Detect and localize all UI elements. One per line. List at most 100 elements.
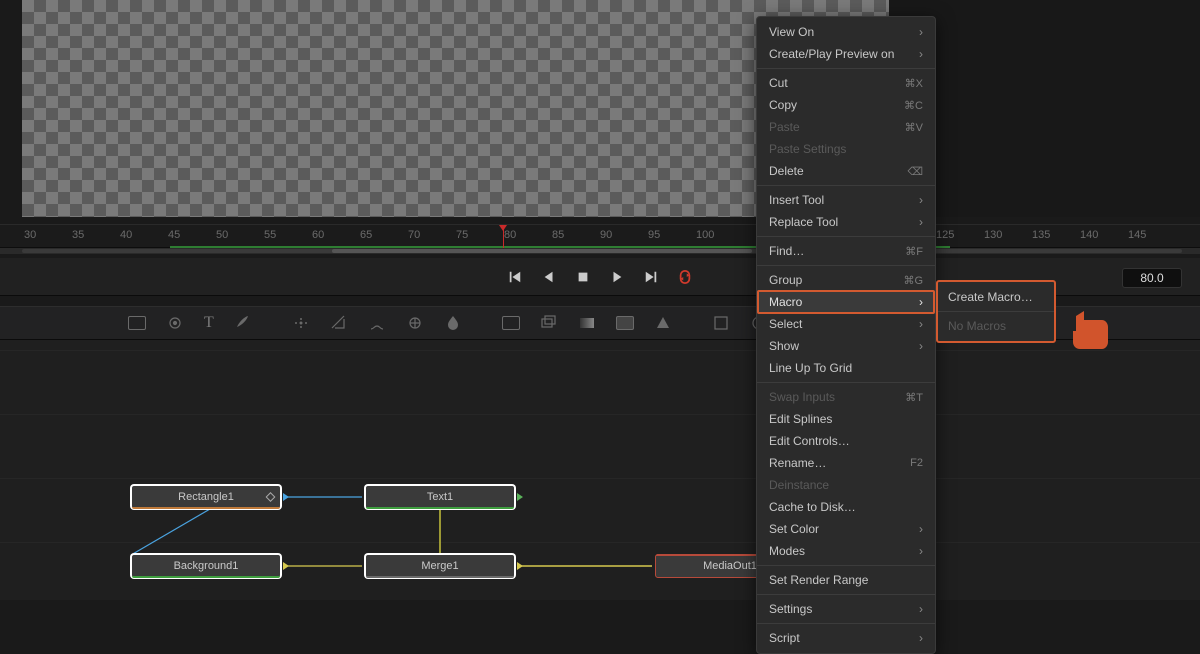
- current-frame-field[interactable]: 80.0: [1122, 268, 1182, 288]
- tick: 40: [120, 229, 132, 241]
- tick: 130: [984, 229, 1002, 241]
- macro-submenu[interactable]: Create Macro… No Macros: [936, 280, 1056, 343]
- node-output-port[interactable]: [517, 493, 523, 501]
- keyframe-indicator-icon[interactable]: [266, 492, 276, 502]
- mask-rect-tool-icon[interactable]: [502, 314, 520, 332]
- node-merge[interactable]: Merge1: [365, 554, 515, 578]
- ctx-label: Delete: [769, 164, 804, 178]
- node-output-port[interactable]: [517, 562, 523, 570]
- play-reverse-button[interactable]: [541, 269, 557, 285]
- ctx-select[interactable]: Select›: [757, 313, 935, 335]
- submenu-arrow-icon: ›: [919, 522, 923, 536]
- ruler-scrollbar-handle[interactable]: [332, 249, 752, 253]
- ctx-show[interactable]: Show›: [757, 335, 935, 357]
- mask-gradient-tool-icon[interactable]: [578, 314, 596, 332]
- erode-tool-icon[interactable]: [330, 314, 348, 332]
- ctx-deinstance: Deinstance: [757, 474, 935, 496]
- node-output-port[interactable]: [283, 562, 289, 570]
- play-button[interactable]: [609, 269, 625, 285]
- ctx-label: View On: [769, 25, 814, 39]
- ctx-find[interactable]: Find…⌘F: [757, 240, 935, 262]
- node-label: Text1: [427, 491, 453, 503]
- context-menu[interactable]: View On › Create/Play Preview on› Cut⌘X C…: [756, 16, 936, 654]
- ctx-label: Edit Controls…: [769, 434, 850, 448]
- ctx-view-on[interactable]: View On ›: [757, 21, 935, 43]
- ctx-replace-tool[interactable]: Replace Tool›: [757, 211, 935, 233]
- loop-button[interactable]: [677, 269, 693, 285]
- submenu-arrow-icon: ›: [919, 295, 923, 309]
- transform-tool-icon[interactable]: [712, 314, 730, 332]
- ctx-insert-tool[interactable]: Insert Tool ›: [757, 189, 935, 211]
- ctx-separator: [757, 265, 935, 266]
- ctx-script[interactable]: Script›: [757, 627, 935, 649]
- ctx-shortcut: ⌘F: [905, 245, 923, 258]
- ctx-lineup[interactable]: Line Up To Grid: [757, 357, 935, 379]
- node-label: MediaOut1: [703, 560, 757, 572]
- go-end-button[interactable]: [643, 269, 659, 285]
- mask-alpha-tool-icon[interactable]: [616, 314, 634, 332]
- color-tool-icon[interactable]: [406, 314, 424, 332]
- particles-tool-icon[interactable]: [292, 314, 310, 332]
- ctx-edit-splines[interactable]: Edit Splines: [757, 408, 935, 430]
- node-rectangle[interactable]: Rectangle1: [131, 485, 281, 509]
- node-type-bar: [366, 576, 514, 578]
- submenu-arrow-icon: ›: [919, 544, 923, 558]
- ctx-set-render-range[interactable]: Set Render Range: [757, 569, 935, 591]
- ctx-edit-controls[interactable]: Edit Controls…: [757, 430, 935, 452]
- ctx-shortcut: ⌘T: [905, 391, 923, 404]
- ctx-paste: Paste⌘V: [757, 116, 935, 138]
- ctx-label: Set Render Range: [769, 573, 868, 587]
- text-tool-icon[interactable]: T: [204, 314, 214, 332]
- ctx-label: Swap Inputs: [769, 390, 835, 404]
- mask-triangle-tool-icon[interactable]: [654, 314, 672, 332]
- playhead[interactable]: [503, 225, 504, 249]
- tick: 30: [24, 229, 36, 241]
- stop-button[interactable]: [575, 269, 591, 285]
- ctx-label: Group: [769, 273, 802, 287]
- blur-tool-icon[interactable]: [444, 314, 462, 332]
- tick: 135: [1032, 229, 1050, 241]
- ctx-create-preview[interactable]: Create/Play Preview on›: [757, 43, 935, 65]
- submenu-arrow-icon: ›: [919, 47, 923, 61]
- ctx-group[interactable]: Group ⌘G: [757, 269, 935, 291]
- node-label: Background1: [174, 560, 239, 572]
- node-background[interactable]: Background1: [131, 554, 281, 578]
- ctx-separator: [757, 382, 935, 383]
- node-graph[interactable]: Rectangle1 Text1 Background1 Merge1 Medi…: [0, 340, 1200, 600]
- node-type-bar: [132, 507, 280, 509]
- ctx-shortcut: ⌘G: [903, 274, 923, 287]
- ruler-scrollbar[interactable]: [22, 249, 1182, 253]
- ctx-rename[interactable]: Rename…F2: [757, 452, 935, 474]
- ctx-separator: [757, 236, 935, 237]
- ctx-swap-inputs: Swap Inputs ⌘T: [757, 386, 935, 408]
- ctx-paste-settings: Paste Settings: [757, 138, 935, 160]
- ctx-create-macro[interactable]: Create Macro…: [938, 286, 1054, 308]
- tick: 70: [408, 229, 420, 241]
- go-start-button[interactable]: [507, 269, 523, 285]
- node-output-port[interactable]: [283, 493, 289, 501]
- ctx-modes[interactable]: Modes›: [757, 540, 935, 562]
- ctx-delete[interactable]: Delete⌫: [757, 160, 935, 182]
- ctx-macro[interactable]: Macro ›: [757, 290, 935, 314]
- ctx-copy[interactable]: Copy⌘C: [757, 94, 935, 116]
- tick: 75: [456, 229, 468, 241]
- ctx-cache-to-disk[interactable]: Cache to Disk…: [757, 496, 935, 518]
- submenu-arrow-icon: ›: [919, 25, 923, 39]
- submenu-arrow-icon: ›: [919, 193, 923, 207]
- ctx-label: Insert Tool: [769, 193, 824, 207]
- tick: 60: [312, 229, 324, 241]
- paint-tool-icon[interactable]: [234, 314, 252, 332]
- ctx-label: Copy: [769, 98, 797, 112]
- timeline-ruler[interactable]: 30 35 40 45 50 55 60 65 70 75 80 85 90 9…: [0, 224, 1200, 248]
- media-in-tool-icon[interactable]: [128, 314, 146, 332]
- tracker-tool-icon[interactable]: [166, 314, 184, 332]
- mask-stack-tool-icon[interactable]: [540, 314, 558, 332]
- tutorial-pointer-icon: [1062, 308, 1110, 352]
- brush-tool-icon[interactable]: [368, 314, 386, 332]
- ctx-label: Cache to Disk…: [769, 500, 856, 514]
- ctx-settings[interactable]: Settings›: [757, 598, 935, 620]
- ctx-cut[interactable]: Cut⌘X: [757, 72, 935, 94]
- ctx-set-color[interactable]: Set Color›: [757, 518, 935, 540]
- ctx-label: Macro: [769, 295, 802, 309]
- node-text[interactable]: Text1: [365, 485, 515, 509]
